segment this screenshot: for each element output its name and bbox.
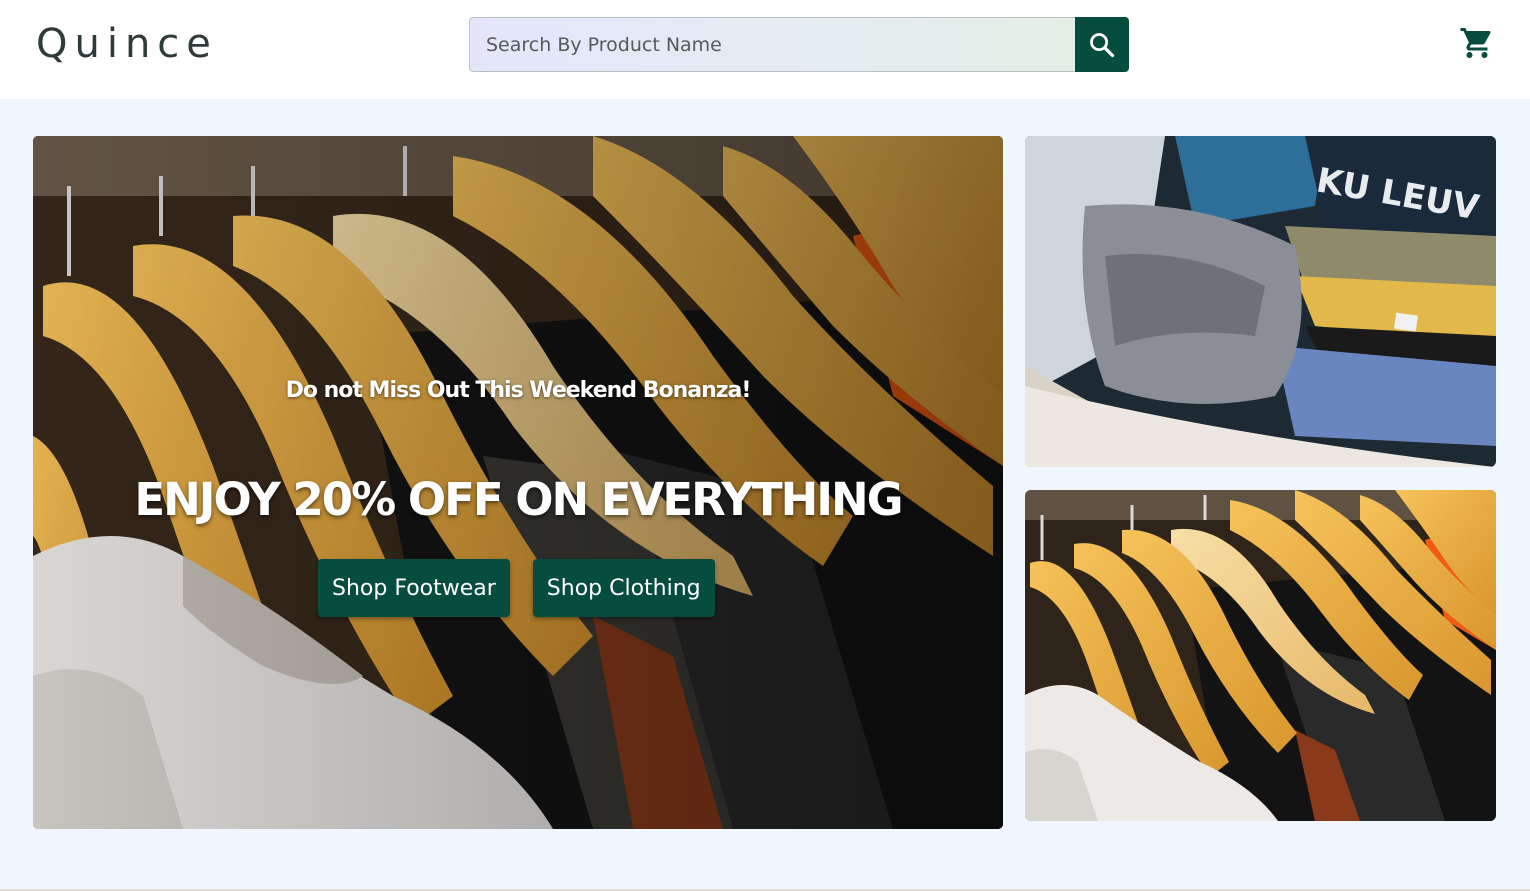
folded-clothes-image: KU LEUV bbox=[1025, 136, 1496, 467]
shop-footwear-button[interactable]: Shop Footwear bbox=[318, 559, 510, 617]
hero-banner: Do not Miss Out This Weekend Bonanza! EN… bbox=[33, 136, 1003, 829]
hero-buttons: Shop Footwear Shop Clothing bbox=[318, 559, 715, 617]
site-header: Quince bbox=[0, 0, 1530, 99]
cart-button[interactable] bbox=[1459, 25, 1495, 61]
search-input[interactable] bbox=[469, 17, 1075, 72]
cart-icon bbox=[1460, 28, 1491, 58]
side-hangers-image bbox=[1025, 490, 1496, 821]
side-image-hangers[interactable] bbox=[1025, 490, 1496, 821]
search-button[interactable] bbox=[1075, 17, 1129, 72]
search-icon bbox=[1090, 32, 1115, 57]
logo[interactable]: Quince bbox=[36, 18, 218, 70]
hero-subtitle: Do not Miss Out This Weekend Bonanza! bbox=[285, 378, 752, 403]
search-bar bbox=[469, 17, 1129, 72]
shop-clothing-button[interactable]: Shop Clothing bbox=[532, 559, 715, 617]
side-image-folded-clothes[interactable]: KU LEUV bbox=[1025, 136, 1496, 467]
hero-title: ENJOY 20% OFF ON EVERYTHING bbox=[134, 473, 903, 526]
